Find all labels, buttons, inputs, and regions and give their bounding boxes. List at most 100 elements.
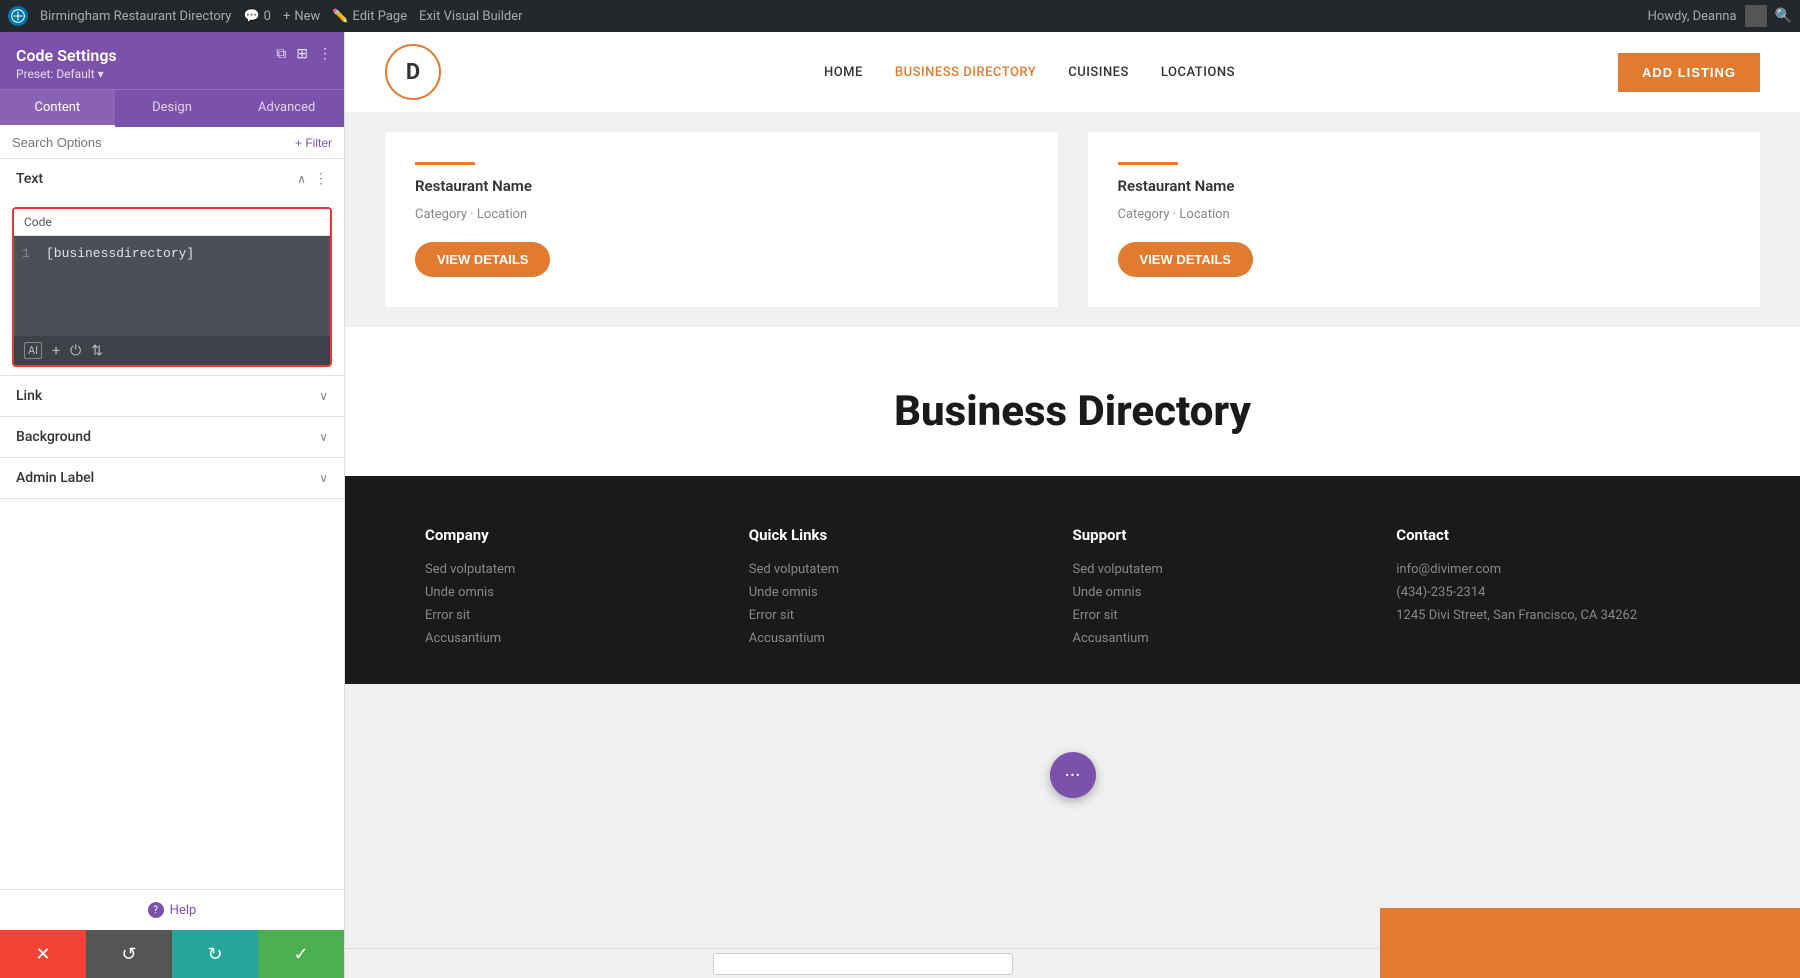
redo-button[interactable]: ↻ — [172, 930, 258, 978]
search-input[interactable] — [12, 135, 287, 150]
sort-icon[interactable]: ⇅ — [91, 343, 103, 359]
sidebar-tabs: Content Design Advanced — [0, 89, 344, 127]
tab-design[interactable]: Design — [115, 90, 230, 127]
footer-contact-address[interactable]: 1245 Divi Street, San Francisco, CA 3426… — [1396, 608, 1720, 623]
footer-quicklinks-link-1[interactable]: Sed volputatem — [749, 562, 1073, 577]
link-section-header[interactable]: Link ∨ — [0, 376, 344, 416]
add-listing-button[interactable]: ADD LISTING — [1618, 53, 1760, 92]
admin-label-section-title: Admin Label — [16, 470, 94, 486]
admin-search-icon[interactable]: 🔍 — [1775, 8, 1792, 24]
admin-label-section: Admin Label ∨ — [0, 458, 344, 499]
tab-content[interactable]: Content — [0, 90, 115, 127]
footer-quicklinks-link-3[interactable]: Error sit — [749, 608, 1073, 623]
edit-page-link[interactable]: ✏️ Edit Page — [332, 9, 407, 24]
link-section-chevron[interactable]: ∨ — [319, 389, 328, 403]
card-1-view-details[interactable]: VIEW DETAILS — [415, 242, 550, 277]
line-code: [businessdirectory] — [46, 246, 194, 261]
tab-advanced[interactable]: Advanced — [229, 90, 344, 127]
footer-support-link-4[interactable]: Accusantium — [1073, 631, 1397, 646]
help-circle-icon: ? — [148, 902, 164, 918]
sidebar-preset[interactable]: Preset: Default ▾ — [16, 67, 328, 81]
code-editor[interactable]: 1 [businessdirectory] — [14, 236, 330, 336]
code-line-1: 1 [businessdirectory] — [22, 246, 320, 261]
biz-dir-title: Business Directory — [385, 387, 1760, 436]
fab-button[interactable]: ··· — [1050, 752, 1096, 798]
sidebar-header: Code Settings Preset: Default ▾ ⧉ ⊞ ⋮ — [0, 32, 344, 89]
more-icon[interactable]: ⋮ — [318, 46, 332, 62]
footer-quicklinks-title: Quick Links — [749, 526, 1073, 544]
footer-col-contact: Contact info@divimer.com (434)-235-2314 … — [1396, 526, 1720, 654]
card-2-view-details[interactable]: VIEW DETAILS — [1118, 242, 1253, 277]
code-section: Code 1 [businessdirectory] AI + ⏻ ⇅ — [12, 207, 332, 367]
add-code-icon[interactable]: + — [52, 343, 60, 359]
footer-support-link-1[interactable]: Sed volputatem — [1073, 562, 1397, 577]
footer-contact-title: Contact — [1396, 526, 1720, 544]
content-area: D HOME BUSINESS DIRECTORY CUISINES LOCAT… — [345, 32, 1800, 978]
footer-company-title: Company — [425, 526, 749, 544]
sidebar-search: + Filter — [0, 127, 344, 159]
footer-company-link-3[interactable]: Error sit — [425, 608, 749, 623]
sidebar-header-icons: ⧉ ⊞ ⋮ — [276, 46, 332, 62]
text-section-title: Text — [16, 171, 43, 187]
footer-support-link-3[interactable]: Error sit — [1073, 608, 1397, 623]
text-section-header[interactable]: Text ∧ ⋮ — [0, 159, 344, 199]
comments-link[interactable]: 💬 0 — [243, 9, 271, 24]
text-section-icons: ∧ ⋮ — [297, 171, 328, 187]
save-button[interactable]: ✓ — [258, 930, 344, 978]
footer-support-title: Support — [1073, 526, 1397, 544]
orange-box — [1380, 908, 1800, 978]
nav-locations[interactable]: LOCATIONS — [1161, 65, 1235, 80]
text-section-chevron-up[interactable]: ∧ — [297, 172, 306, 186]
cancel-button[interactable]: ✕ — [0, 930, 86, 978]
duplicate-icon[interactable]: ⧉ — [276, 46, 286, 62]
site-logo: D — [385, 44, 441, 100]
footer-company-link-4[interactable]: Accusantium — [425, 631, 749, 646]
nav-cuisines[interactable]: CUISINES — [1068, 65, 1129, 80]
columns-icon[interactable]: ⊞ — [296, 46, 308, 62]
footer-company-link-2[interactable]: Unde omnis — [425, 585, 749, 600]
footer-quicklinks-link-2[interactable]: Unde omnis — [749, 585, 1073, 600]
admin-bar-right: Howdy, Deanna 🔍 — [1648, 5, 1792, 27]
biz-dir-section: Business Directory — [345, 327, 1800, 476]
exit-builder-link[interactable]: Exit Visual Builder — [419, 9, 522, 24]
text-section-more[interactable]: ⋮ — [314, 171, 328, 187]
line-number: 1 — [22, 246, 36, 261]
undo-button[interactable]: ↺ — [86, 930, 172, 978]
wordpress-icon[interactable] — [8, 6, 28, 26]
nav-business-directory[interactable]: BUSINESS DIRECTORY — [895, 65, 1036, 80]
ai-icon[interactable]: AI — [24, 342, 42, 359]
footer-support-link-2[interactable]: Unde omnis — [1073, 585, 1397, 600]
footer-contact-phone[interactable]: (434)-235-2314 — [1396, 585, 1720, 600]
footer-quicklinks-link-4[interactable]: Accusantium — [749, 631, 1073, 646]
link-section: Link ∨ — [0, 376, 344, 417]
avatar[interactable] — [1745, 5, 1767, 27]
footer-contact-email[interactable]: info@divimer.com — [1396, 562, 1720, 577]
card-1: Restaurant Name Category · Location VIEW… — [385, 132, 1058, 307]
footer-col-support: Support Sed volputatem Unde omnis Error … — [1073, 526, 1397, 654]
footer-company-link-1[interactable]: Sed volputatem — [425, 562, 749, 577]
card-accent-line — [415, 162, 475, 165]
howdy-text: Howdy, Deanna — [1648, 9, 1737, 24]
site-name[interactable]: Birmingham Restaurant Directory — [40, 9, 231, 24]
code-toolbar: AI + ⏻ ⇅ — [14, 336, 330, 365]
power-icon[interactable]: ⏻ — [70, 343, 81, 359]
help-button[interactable]: ? Help — [12, 902, 332, 918]
filter-button[interactable]: + Filter — [295, 136, 332, 150]
card-2-accent-line — [1118, 162, 1178, 165]
background-section-title: Background — [16, 429, 91, 445]
admin-label-section-header[interactable]: Admin Label ∨ — [0, 458, 344, 498]
action-bar: ✕ ↺ ↻ ✓ — [0, 930, 344, 978]
nav-home[interactable]: HOME — [824, 65, 863, 80]
gray-bottom-bar — [345, 948, 1380, 978]
background-section-chevron[interactable]: ∨ — [319, 430, 328, 444]
admin-label-section-chevron[interactable]: ∨ — [319, 471, 328, 485]
main-layout: Code Settings Preset: Default ▾ ⧉ ⊞ ⋮ Co… — [0, 32, 1800, 978]
background-section-header[interactable]: Background ∨ — [0, 417, 344, 457]
new-link[interactable]: + New — [283, 9, 320, 24]
fab-icon: ··· — [1065, 763, 1081, 787]
admin-bar: Birmingham Restaurant Directory 💬 0 + Ne… — [0, 0, 1800, 32]
website-frame: D HOME BUSINESS DIRECTORY CUISINES LOCAT… — [345, 32, 1800, 978]
background-section: Background ∨ — [0, 417, 344, 458]
bottom-input-placeholder[interactable] — [713, 953, 1013, 975]
card-1-title: Restaurant Name — [415, 177, 532, 195]
